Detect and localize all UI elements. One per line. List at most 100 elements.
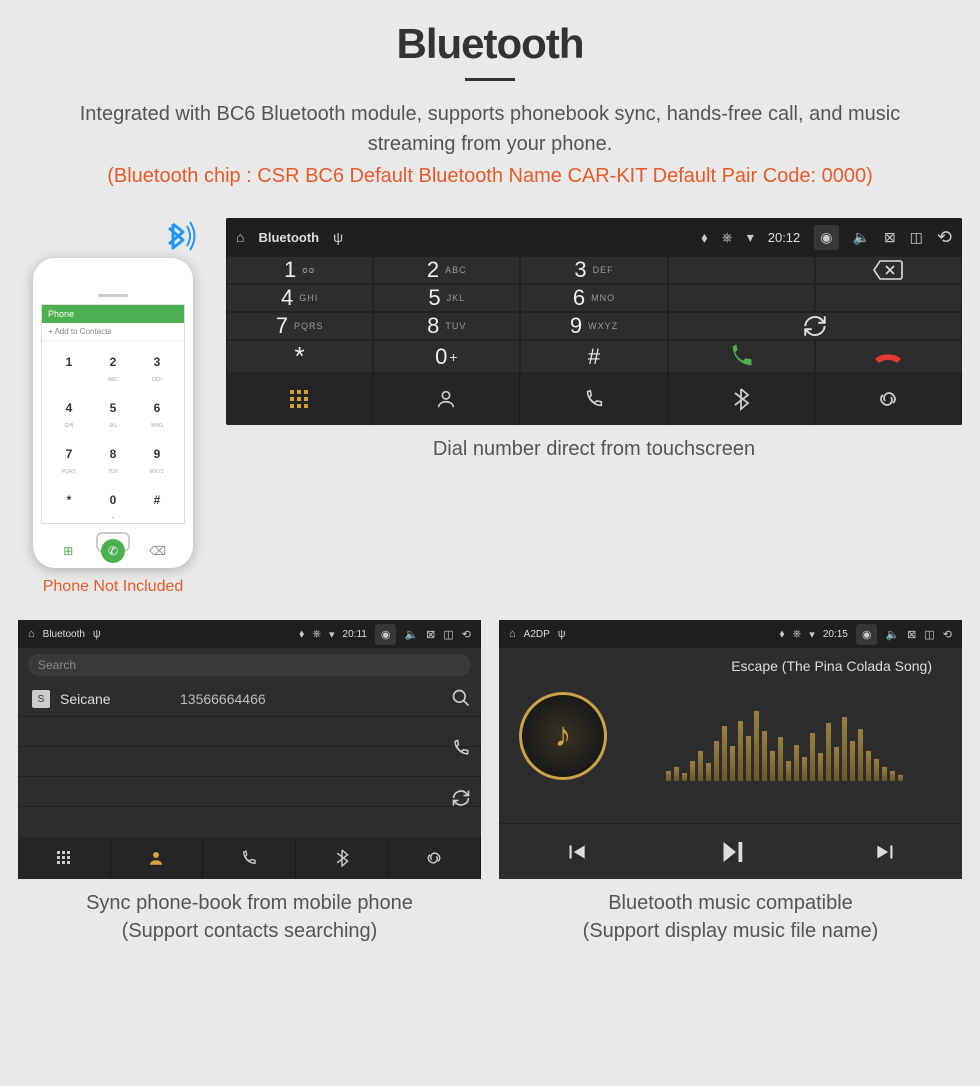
- album-art: ♪: [519, 692, 607, 780]
- phone-key-1: 1: [48, 347, 90, 391]
- status-app-name: A2DP: [524, 629, 550, 640]
- phone-key-9: 9WXYZ: [136, 439, 178, 483]
- tab-devices[interactable]: [815, 373, 962, 425]
- phone-key-4: 4GHI: [48, 393, 90, 437]
- wifi-icon: ▾: [747, 229, 754, 246]
- spacer: [668, 256, 815, 284]
- key-star[interactable]: *: [226, 340, 373, 373]
- contacts-caption-1: Sync phone-book from mobile phone: [18, 889, 481, 917]
- recent-apps-icon[interactable]: ◫: [910, 229, 923, 246]
- backspace-button[interactable]: [815, 256, 962, 284]
- key-8[interactable]: 8TUV: [373, 312, 520, 340]
- location-icon: ⎈: [792, 628, 801, 641]
- music-caption-2: (Support display music file name): [499, 917, 962, 945]
- key-2[interactable]: 2ABC: [373, 256, 520, 284]
- phone-call-button: ✆: [101, 539, 125, 563]
- home-icon[interactable]: ⌂: [509, 628, 516, 640]
- search-icon[interactable]: [451, 688, 471, 708]
- contact-row-empty: [18, 717, 481, 747]
- back-icon[interactable]: ⟲: [943, 628, 952, 641]
- status-app-name: Bluetooth: [43, 629, 85, 640]
- screenshot-icon[interactable]: ◉: [375, 624, 397, 645]
- sync-icon[interactable]: [451, 788, 471, 808]
- equalizer-visual: [627, 691, 942, 781]
- spacer: [668, 284, 815, 312]
- phone-key-6: 6MNO: [136, 393, 178, 437]
- status-bar: ⌂ Bluetooth ψ ⬧ ⎈ ▾ 20:12 ◉ 🔈 ⊠ ◫ ⟲: [226, 218, 962, 256]
- page-title: Bluetooth: [18, 20, 962, 68]
- tab-devices[interactable]: [388, 837, 481, 879]
- spacer: [815, 284, 962, 312]
- phone-caption: Phone Not Included: [43, 578, 184, 596]
- play-pause-button[interactable]: [716, 837, 746, 867]
- status-bar: ⌂ A2DP ψ ⬧ ⎈ ▾ 20:15 ◉ 🔈 ⊠ ◫ ⟲: [499, 620, 962, 648]
- bluetooth-specs: (Bluetooth chip : CSR BC6 Default Blueto…: [18, 165, 962, 188]
- bluetooth-icon: ⬧: [701, 229, 707, 246]
- wifi-icon: ▾: [329, 628, 335, 641]
- contact-row-empty: [18, 747, 481, 777]
- contact-number: 13566664466: [180, 691, 266, 707]
- dialer-caption: Dial number direct from touchscreen: [226, 435, 962, 463]
- tab-contacts[interactable]: [373, 373, 520, 425]
- car-dialer-screen: ⌂ Bluetooth ψ ⬧ ⎈ ▾ 20:12 ◉ 🔈 ⊠ ◫ ⟲ 1օօ2…: [226, 218, 962, 425]
- add-to-contacts: + Add to Contacts: [42, 323, 184, 341]
- volume-icon[interactable]: 🔈: [404, 628, 418, 641]
- usb-icon: ψ: [333, 229, 343, 245]
- music-caption-1: Bluetooth music compatible: [499, 889, 962, 917]
- recent-apps-icon[interactable]: ◫: [443, 628, 453, 641]
- close-app-icon[interactable]: ⊠: [426, 628, 435, 641]
- screenshot-icon[interactable]: ◉: [856, 624, 878, 645]
- phone-key-*: *: [48, 485, 90, 529]
- contact-row-empty: [18, 807, 481, 837]
- tab-calllog[interactable]: [203, 837, 296, 879]
- volume-icon[interactable]: 🔈: [885, 628, 899, 641]
- bluetooth-signal-icon: [159, 216, 199, 256]
- key-1[interactable]: 1օօ: [226, 256, 373, 284]
- phone-key-0: 0+: [92, 485, 134, 529]
- status-app-name: Bluetooth: [258, 230, 319, 245]
- tab-keypad[interactable]: [226, 373, 373, 425]
- close-app-icon[interactable]: ⊠: [907, 628, 916, 641]
- call-button[interactable]: [668, 340, 815, 373]
- volume-icon[interactable]: 🔈: [853, 229, 870, 246]
- back-icon[interactable]: ⟲: [462, 628, 471, 641]
- call-icon[interactable]: [451, 738, 471, 758]
- phone-key-8: 8TUV: [92, 439, 134, 483]
- key-5[interactable]: 5JKL: [373, 284, 520, 312]
- key-4[interactable]: 4GHI: [226, 284, 373, 312]
- home-icon[interactable]: ⌂: [28, 628, 35, 640]
- tab-keypad[interactable]: [18, 837, 111, 879]
- page-description: Integrated with BC6 Bluetooth module, su…: [18, 99, 962, 159]
- close-app-icon[interactable]: ⊠: [884, 229, 896, 246]
- music-note-icon: ♪: [555, 716, 572, 755]
- prev-track-button[interactable]: [563, 839, 589, 865]
- screenshot-icon[interactable]: ◉: [814, 225, 838, 250]
- status-time: 20:15: [823, 629, 848, 640]
- key-9[interactable]: 9WXYZ: [520, 312, 667, 340]
- recent-apps-icon[interactable]: ◫: [924, 628, 934, 641]
- key-0[interactable]: 0+: [373, 340, 520, 373]
- phone-key-#: #: [136, 485, 178, 529]
- status-time: 20:12: [768, 230, 801, 245]
- tab-calllog[interactable]: [520, 373, 667, 425]
- key-3[interactable]: 3DEF: [520, 256, 667, 284]
- usb-icon: ψ: [558, 628, 566, 640]
- status-time: 20:11: [343, 629, 367, 640]
- back-icon[interactable]: ⟲: [937, 227, 952, 248]
- key-hash[interactable]: #: [520, 340, 667, 373]
- tab-bluetooth[interactable]: [296, 837, 389, 879]
- key-6[interactable]: 6MNO: [520, 284, 667, 312]
- phone-key-2: 2ABC: [92, 347, 134, 391]
- key-7[interactable]: 7PQRS: [226, 312, 373, 340]
- home-icon[interactable]: ⌂: [236, 229, 244, 245]
- phone-keypad-icon: ⊞: [56, 539, 80, 563]
- hangup-button[interactable]: [815, 340, 962, 373]
- next-track-button[interactable]: [873, 839, 899, 865]
- tab-contacts[interactable]: [111, 837, 204, 879]
- search-input[interactable]: Search: [28, 654, 471, 676]
- contact-row[interactable]: S Seicane 13566664466: [18, 682, 481, 717]
- location-icon: ⎈: [312, 628, 321, 641]
- tab-bluetooth[interactable]: [668, 373, 815, 425]
- phone-key-7: 7PQRS: [48, 439, 90, 483]
- redial-button[interactable]: [668, 312, 962, 340]
